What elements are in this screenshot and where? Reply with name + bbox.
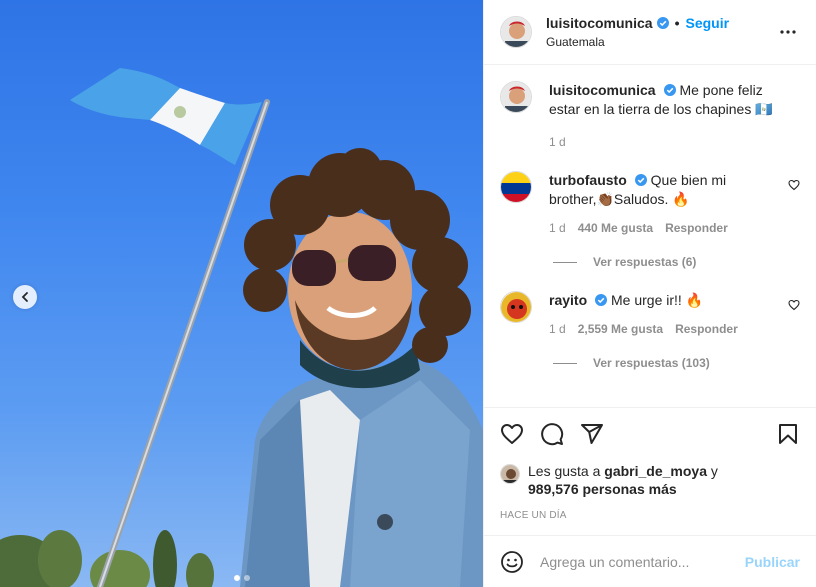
more-options-icon <box>780 30 796 34</box>
carousel-dot <box>233 575 240 581</box>
carousel-prev-button[interactable] <box>13 285 37 309</box>
comment-item: turbofausto Que bien mi brother,👏🏾Saludo… <box>500 171 800 235</box>
verified-badge-icon <box>634 174 647 186</box>
comment-username[interactable]: turbofausto <box>549 172 627 188</box>
comment-likes[interactable]: 2,559 Me gusta <box>578 322 663 336</box>
reply-button[interactable]: Responder <box>665 221 728 235</box>
comment-age[interactable]: 1 d <box>549 221 566 235</box>
post-actions: Les gusta a gabri_de_moya y 989,576 pers… <box>484 407 816 521</box>
likes-count[interactable]: 989,576 personas más <box>528 481 677 497</box>
comment-likes[interactable]: 440 Me gusta <box>578 221 653 235</box>
carousel-dot <box>243 575 250 581</box>
replies-divider <box>553 362 577 364</box>
likes-conj: y <box>710 463 718 479</box>
likes-prefix: Les gusta a <box>528 463 601 479</box>
view-replies-label: Ver respuestas (6) <box>593 255 697 269</box>
publish-button[interactable]: Publicar <box>745 554 800 570</box>
comment-age[interactable]: 1 d <box>549 322 566 336</box>
post-header: luisitocomunica • Seguir Guatemala <box>484 0 816 65</box>
caption: luisitocomunica Me pone feliz estar en l… <box>500 81 800 149</box>
liker-username[interactable]: gabri_de_moya <box>604 463 707 479</box>
verified-badge-icon <box>595 294 608 306</box>
caption-age[interactable]: 1 d <box>549 135 566 149</box>
verified-badge-icon <box>663 84 676 96</box>
avatar[interactable] <box>500 464 520 484</box>
replies-divider <box>553 261 577 263</box>
comment-username[interactable]: rayito <box>549 292 587 308</box>
share-icon[interactable] <box>580 422 604 446</box>
post-timestamp[interactable]: HACE UN DÍA <box>500 510 800 521</box>
separator-dot: • <box>674 15 680 31</box>
caption-username[interactable]: luisitocomunica <box>549 82 656 98</box>
author-username[interactable]: luisitocomunica <box>546 15 653 31</box>
save-icon[interactable] <box>776 422 800 446</box>
carousel-indicator <box>0 575 483 581</box>
instagram-post: luisitocomunica • Seguir Guatemala luisi… <box>0 0 816 587</box>
emoji-icon[interactable] <box>500 550 524 574</box>
comment-item: rayito Me urge ir!! 🔥 1 d 2,559 Me gusta… <box>500 291 800 336</box>
follow-button[interactable]: Seguir <box>685 15 729 31</box>
photo-illustration <box>0 68 483 587</box>
like-icon[interactable] <box>500 422 524 446</box>
view-replies-button[interactable]: Ver respuestas (103) <box>553 356 800 370</box>
comment-icon[interactable] <box>540 422 564 446</box>
avatar[interactable] <box>500 81 532 113</box>
more-options-button[interactable] <box>776 20 800 44</box>
avatar[interactable] <box>500 171 532 203</box>
comment-input[interactable] <box>540 553 745 570</box>
view-replies-button[interactable]: Ver respuestas (6) <box>553 255 800 269</box>
comment-text: Me urge ir!! 🔥 <box>611 292 704 308</box>
verified-badge-icon <box>656 17 669 29</box>
chevron-left-icon <box>21 292 28 302</box>
avatar[interactable] <box>500 291 532 323</box>
like-comment-icon[interactable] <box>788 299 800 311</box>
person <box>240 148 483 587</box>
reply-button[interactable]: Responder <box>675 322 738 336</box>
like-comment-icon[interactable] <box>788 179 800 191</box>
likes-summary: Les gusta a gabri_de_moya y 989,576 pers… <box>500 462 800 498</box>
avatar[interactable] <box>500 16 532 48</box>
post-panel: luisitocomunica • Seguir Guatemala luisi… <box>483 0 816 587</box>
view-replies-label: Ver respuestas (103) <box>593 356 710 370</box>
location-link[interactable]: Guatemala <box>546 35 776 49</box>
guatemala-flag <box>70 68 262 165</box>
post-photo <box>0 0 483 587</box>
comments-list[interactable]: luisitocomunica Me pone feliz estar en l… <box>484 65 816 407</box>
add-comment-bar: Publicar <box>484 535 816 587</box>
